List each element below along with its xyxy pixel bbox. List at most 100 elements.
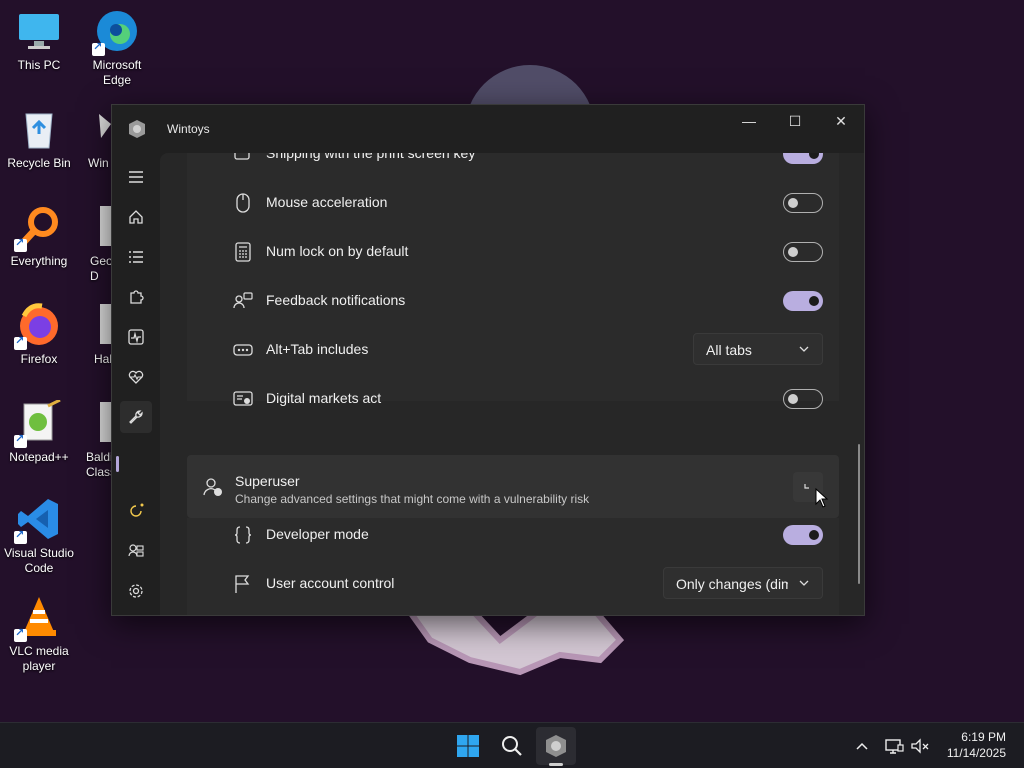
mouse-acceleration-toggle[interactable] xyxy=(783,193,823,213)
snipping-toggle[interactable] xyxy=(783,153,823,164)
desktop-icon-label: Microsoft Edge xyxy=(92,58,142,87)
file-icon xyxy=(94,204,112,250)
setting-label: Num lock on by default xyxy=(266,243,409,259)
desktop-icon-notepadpp[interactable]: Notepad++ xyxy=(0,398,78,465)
nav-performance[interactable] xyxy=(120,321,152,353)
puzzle-icon xyxy=(130,290,144,304)
people-icon xyxy=(128,544,144,557)
firefox-icon xyxy=(14,302,62,350)
superuser-person-icon xyxy=(203,478,222,496)
setting-row-alt-tab: Alt+Tab includes All tabs xyxy=(187,325,839,374)
desktop-icon-wintoys[interactable]: Win xyxy=(78,106,112,171)
superuser-card-group: Developer mode User account control Only… xyxy=(187,518,839,615)
setting-label: Snipping with the print screen key xyxy=(266,153,476,161)
setting-row-uac: User account control Only changes (dim xyxy=(187,559,839,608)
nav-apps[interactable] xyxy=(120,241,152,273)
clock-time: 6:19 PM xyxy=(961,730,1006,744)
numpad-icon xyxy=(235,242,251,262)
start-button[interactable] xyxy=(448,727,488,765)
desktop-icon-baldi[interactable]: Baldi' Class xyxy=(78,400,112,480)
desktop-icon-this-pc[interactable]: This PC xyxy=(0,8,78,73)
nav-settings[interactable] xyxy=(120,575,152,607)
desktop-icon-everything[interactable]: Everything xyxy=(0,204,78,269)
alt-tab-icon xyxy=(233,344,253,356)
feedback-notifications-toggle[interactable] xyxy=(783,291,823,311)
monitor-icon xyxy=(16,8,62,54)
refresh-icon xyxy=(130,503,144,517)
superuser-card[interactable]: Superuser Change advanced settings that … xyxy=(187,455,839,518)
file-icon xyxy=(94,400,112,446)
wintoys-app-icon xyxy=(127,119,147,139)
desktop-icon-edge[interactable]: Microsoft Edge xyxy=(78,8,156,88)
nav-home[interactable] xyxy=(120,201,152,233)
desktop-icon-vscode[interactable]: Visual Studio Code xyxy=(0,496,78,576)
list-icon xyxy=(129,251,143,263)
desktop-icon-hal[interactable]: Hal xyxy=(78,302,112,367)
chevron-down-icon xyxy=(799,346,809,352)
desktop-icon-label: VLC media player xyxy=(9,644,69,673)
close-button[interactable]: ✕ xyxy=(818,105,864,137)
nav-tweaks[interactable] xyxy=(120,401,152,433)
uac-dropdown[interactable]: Only changes (dim xyxy=(663,567,823,599)
wintoys-window: Wintoys — ☐ ✕ Snipping with the print sc… xyxy=(111,104,865,616)
desktop-icon-label: Baldi' Class xyxy=(86,450,112,479)
everything-search-icon xyxy=(14,204,62,252)
taskbar-wintoys-button[interactable] xyxy=(536,727,576,765)
nav-updates[interactable] xyxy=(120,495,152,527)
desktop-icon-vlc[interactable]: VLC media player xyxy=(0,594,78,674)
setting-row-snipping: Snipping with the print screen key xyxy=(187,153,839,178)
volume-muted-icon xyxy=(911,738,929,754)
dropdown-value: All tabs xyxy=(706,342,752,358)
windows-logo-icon xyxy=(457,735,479,757)
search-button[interactable] xyxy=(492,727,532,765)
dropdown-value: Only changes (dim xyxy=(676,576,788,592)
setting-row-mouse-acceleration: Mouse acceleration xyxy=(187,178,839,227)
tweaks-card-group: Snipping with the print screen key Mouse… xyxy=(187,153,839,409)
setting-row-num-lock: Num lock on by default xyxy=(187,227,839,276)
setting-label: Feedback notifications xyxy=(266,292,406,308)
volume-button[interactable] xyxy=(910,736,930,756)
superuser-title: Superuser xyxy=(235,473,300,489)
desktop-icon-label: Firefox xyxy=(20,352,58,366)
settings-content[interactable]: Snipping with the print screen key Mouse… xyxy=(160,153,864,615)
search-icon xyxy=(502,736,522,756)
recycle-bin-icon xyxy=(16,106,62,152)
minimize-button[interactable]: — xyxy=(726,105,772,137)
desktop-icon-label: Visual Studio Code xyxy=(4,546,74,575)
wintoys-shortcut-icon xyxy=(94,106,112,152)
digital-markets-toggle[interactable] xyxy=(783,389,823,409)
desktop-icon-label: Recycle Bin xyxy=(7,156,71,170)
vertical-scrollbar[interactable] xyxy=(858,444,860,584)
activity-icon xyxy=(128,329,144,345)
developer-mode-toggle[interactable] xyxy=(783,525,823,545)
network-button[interactable] xyxy=(884,736,904,756)
num-lock-toggle[interactable] xyxy=(783,242,823,262)
setting-label: Digital markets act xyxy=(266,390,382,406)
gear-icon xyxy=(129,584,143,598)
nav-health[interactable] xyxy=(120,361,152,393)
snip-icon xyxy=(234,153,250,160)
notepadpp-icon xyxy=(14,398,62,448)
nav-account[interactable] xyxy=(120,535,152,567)
show-hidden-icons-button[interactable] xyxy=(852,736,872,756)
nav-selection-indicator xyxy=(116,456,119,472)
nav-services[interactable] xyxy=(120,281,152,313)
running-indicator xyxy=(549,763,563,766)
network-icon xyxy=(885,739,904,754)
setting-label: Alt+Tab includes xyxy=(266,341,369,357)
setting-label: Mouse acceleration xyxy=(266,194,388,210)
nav-menu-button[interactable] xyxy=(120,161,152,193)
desktop-icon-geo[interactable]: Geo D xyxy=(78,204,112,284)
maximize-button[interactable]: ☐ xyxy=(772,105,818,137)
file-icon xyxy=(94,302,112,348)
taskbar-clock[interactable]: 6:19 PM 11/14/2025 xyxy=(947,729,1006,761)
flag-icon xyxy=(235,575,250,593)
desktop-icon-recycle-bin[interactable]: Recycle Bin xyxy=(0,106,78,171)
alt-tab-dropdown[interactable]: All tabs xyxy=(693,333,823,365)
desktop-icon-label: Hal xyxy=(94,352,112,366)
desktop-icon-label: Notepad++ xyxy=(9,450,69,464)
desktop-icon-firefox[interactable]: Firefox xyxy=(0,302,78,367)
title-bar[interactable]: Wintoys — ☐ ✕ xyxy=(112,105,864,153)
chevron-up-icon xyxy=(856,742,868,750)
home-icon xyxy=(129,210,143,224)
